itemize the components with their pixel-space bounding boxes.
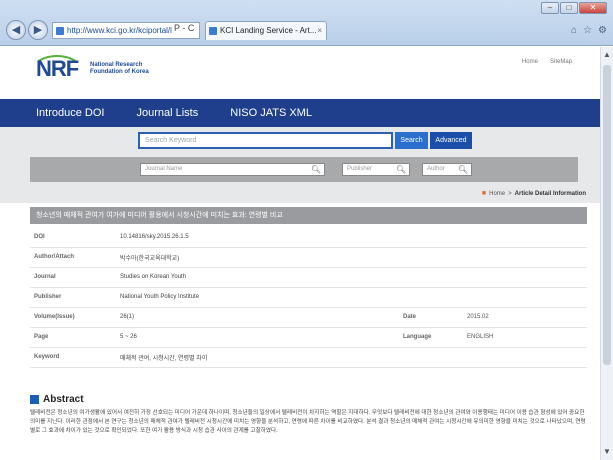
search-input[interactable]: Search Keyword <box>138 132 393 149</box>
date-value: 2015.02 <box>467 314 489 320</box>
table-row: Volume(Issue) 26(1) Date 2015.02 <box>30 307 587 327</box>
date-label: Date <box>403 314 417 320</box>
scroll-thumb[interactable] <box>603 65 611 365</box>
keyword-value[interactable]: 매체적 관여, 시청시간, 연령별 차이 <box>120 347 587 367</box>
breadcrumb: ■ Home > Article Detail Information <box>482 190 586 197</box>
author-value[interactable]: 박수아(한국교육대학교) <box>120 247 587 267</box>
abstract-body: 텔레비전은 청소년의 여가생활에 있어서 여전히 가장 선호되는 미디어 가운데… <box>30 410 586 434</box>
language-label: Language <box>403 334 432 340</box>
site-header: NRF National Research Foundation of Kore… <box>0 47 600 99</box>
filter-bar: Journal Name 🔍︎ Publisher 🔍︎ Author 🔍︎ <box>30 157 578 182</box>
back-arrow-icon[interactable]: ◀ <box>6 20 26 40</box>
breadcrumb-current: Article Detail Information <box>514 190 586 197</box>
vertical-scrollbar[interactable]: ▲ ▼ <box>600 47 613 460</box>
tab-title: KCI Landing Service - Art... <box>220 26 317 35</box>
logo-caption: National Research Foundation of Korea <box>90 62 149 76</box>
util-sitemap-link[interactable]: SiteMap <box>550 59 572 65</box>
publisher-field[interactable]: Publisher 🔍︎ <box>342 163 410 176</box>
abstract-square-icon <box>30 395 39 404</box>
search-icon[interactable]: 🔍︎ <box>311 164 321 175</box>
main-nav: Introduce DOI Journal Lists NISO JATS XM… <box>0 99 600 127</box>
tab-close-icon[interactable]: × <box>317 22 322 40</box>
browser-toolbar-icons: ⌂ ☆ ⚙ <box>571 25 607 36</box>
table-row: Author/Attach 박수아(한국교육대학교) <box>30 247 587 267</box>
home-icon[interactable]: ⌂ <box>571 25 577 36</box>
scroll-down-arrow-icon[interactable]: ▼ <box>601 446 613 458</box>
table-row: Publisher National Youth Policy Institut… <box>30 287 587 307</box>
abstract-heading: Abstract <box>30 394 84 405</box>
author-placeholder: Author <box>427 166 445 172</box>
nav-item-niso-jats-xml[interactable]: NISO JATS XML <box>230 107 312 119</box>
settings-gear-icon[interactable]: ⚙ <box>598 25 607 36</box>
page-value: 5 ~ 26 <box>120 334 137 340</box>
journal-name-field[interactable]: Journal Name 🔍︎ <box>140 163 325 176</box>
favorites-star-icon[interactable]: ☆ <box>583 25 592 36</box>
page-label: Page <box>34 334 49 340</box>
minimize-icon[interactable]: – <box>541 2 559 14</box>
article-info-table: DOI 10.14816/sky.2015.26.1.5 Author/Atta… <box>30 227 587 368</box>
util-home-link[interactable]: Home <box>522 59 538 65</box>
keyword-label: Keyword <box>34 354 60 360</box>
address-tools[interactable]: P - C <box>172 23 195 33</box>
table-row: Page 5 ~ 26 Language ENGLISH <box>30 327 587 347</box>
logo-caption-line1: National Research <box>90 62 143 68</box>
publisher-placeholder: Publisher <box>347 166 373 172</box>
table-row: DOI 10.14816/sky.2015.26.1.5 <box>30 227 587 247</box>
author-label: Author/Attach <box>34 254 74 260</box>
maximize-icon[interactable]: □ <box>560 2 578 14</box>
author-field[interactable]: Author 🔍︎ <box>422 163 472 176</box>
nav-item-journal-lists[interactable]: Journal Lists <box>136 107 198 119</box>
journal-label: Journal <box>34 274 56 280</box>
search-button[interactable]: Search <box>395 132 428 149</box>
publisher-value: National Youth Policy Institute <box>120 294 200 300</box>
breadcrumb-separator: > <box>508 190 512 197</box>
search-icon[interactable]: 🔍︎ <box>458 164 468 175</box>
browser-chrome: – □ ✕ ◀ ▶ http://www.kci.go.kr/kciportal… <box>0 0 613 46</box>
publisher-label: Publisher <box>34 294 62 300</box>
nav-item-introduce-doi[interactable]: Introduce DOI <box>36 107 104 119</box>
scroll-up-arrow-icon[interactable]: ▲ <box>601 49 613 61</box>
table-row: Journal Studies on Korean Youth <box>30 267 587 287</box>
breadcrumb-home-icon[interactable]: ■ <box>482 190 486 197</box>
volume-value: 26(1) <box>120 314 135 320</box>
journal-name-placeholder: Journal Name <box>145 166 183 172</box>
breadcrumb-home[interactable]: Home <box>489 191 505 197</box>
abstract-title: Abstract <box>43 394 84 405</box>
advanced-search-button[interactable]: Advanced <box>430 132 472 149</box>
browser-tab[interactable]: KCI Landing Service - Art... × <box>205 21 327 40</box>
address-url: http://www.kci.go.kr/kciportal/land <box>67 26 186 35</box>
journal-value[interactable]: Studies on Korean Youth <box>120 267 587 287</box>
window-controls: – □ ✕ <box>541 2 607 14</box>
doi-label: DOI <box>34 233 45 240</box>
article-title: 청소년의 매체적 관여가 여가에 미디어 활용에서 시청시간에 미치는 효과: … <box>30 207 587 224</box>
doi-value[interactable]: 10.14816/sky.2015.26.1.5 <box>120 227 587 247</box>
logo-caption-line2: Foundation of Korea <box>90 69 149 75</box>
site-favicon-icon <box>56 27 64 35</box>
volume-label: Volume(Issue) <box>34 314 75 320</box>
forward-arrow-icon[interactable]: ▶ <box>28 20 48 40</box>
utility-links: Home SiteMap <box>522 59 572 65</box>
language-value: ENGLISH <box>467 334 494 340</box>
web-page: NRF National Research Foundation of Kore… <box>0 47 600 460</box>
tab-favicon-icon <box>209 27 217 35</box>
table-row: Keyword 매체적 관여, 시청시간, 연령별 차이 <box>30 347 587 367</box>
close-window-icon[interactable]: ✕ <box>579 2 607 14</box>
search-icon[interactable]: 🔍︎ <box>396 164 406 175</box>
nrf-logo[interactable]: NRF <box>36 56 79 82</box>
